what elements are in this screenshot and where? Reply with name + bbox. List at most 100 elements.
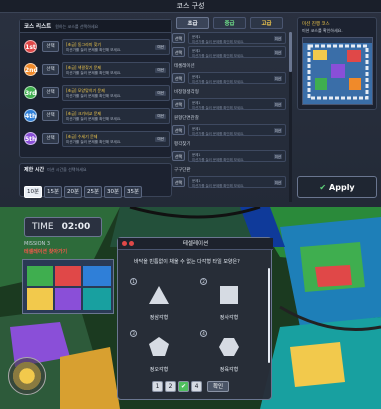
mission-row[interactable]: 선택 문제1 미션가를 눌러 문제를 확인해 보세요. 미션 xyxy=(172,176,286,188)
course-select-button[interactable]: 선택 xyxy=(42,64,59,75)
mission-select-button[interactable]: 선택 xyxy=(172,151,185,161)
tab-beginner[interactable]: 초급 xyxy=(176,17,209,29)
tab-advanced[interactable]: 고급 xyxy=(250,17,283,29)
course-number-badge: 1st xyxy=(24,40,37,53)
mission-description: 미션가를 눌러 문제를 확인해 보세요. xyxy=(192,40,245,44)
mission-select-button[interactable]: 선택 xyxy=(172,125,185,135)
mission-info-box: 문제1 미션가를 눌러 문제를 확인해 보세요. 미션 xyxy=(188,176,286,188)
mission-indicator: MISSION 3 테셀레이션 찾아가기 xyxy=(22,241,114,257)
quiz-option-2[interactable]: 2 정사각형 xyxy=(200,278,258,328)
time-option-button[interactable]: 10분 xyxy=(24,186,42,198)
quiz-option-4[interactable]: 4 정육각형 xyxy=(200,330,258,380)
mission-tag[interactable]: 미션 xyxy=(273,76,282,81)
course-mission-tag[interactable]: 미션 xyxy=(155,45,166,50)
timer-value: 02:00 xyxy=(61,222,91,232)
mission-select-button[interactable]: 선택 xyxy=(172,33,185,43)
confirm-button[interactable]: 확인 xyxy=(207,381,229,392)
mission-tag[interactable]: 미션 xyxy=(273,180,282,185)
course-row[interactable]: 1st 선택 [초급] 동그라미 찾기 미션가를 눌러 문제를 확인해 보세요. 미션 xyxy=(24,39,170,55)
mission-row[interactable]: 선택 문제1 미션가를 눌러 문제를 확인해 보세요. 미션 xyxy=(172,98,286,110)
mission-select-button[interactable]: 선택 xyxy=(172,99,185,109)
game-scene: TIME 02:00 MISSION 3 테셀레이션 찾아가기 테셀레이션 바닥… xyxy=(0,207,381,409)
course-description: 미션가를 눌러 문제를 확인해 보세요. xyxy=(66,140,122,144)
check-icon: ✔ xyxy=(319,183,327,192)
course-info-box: [초급] 모양맞히기 문제 미션가를 눌러 문제를 확인해 보세요. 미션 xyxy=(62,85,170,101)
course-number-badge: 4th xyxy=(24,109,37,122)
square-icon xyxy=(220,286,238,304)
tab-intermediate[interactable]: 중급 xyxy=(213,17,246,29)
page-button-4[interactable]: 4 xyxy=(191,381,202,392)
mission-text: 테셀레이션 찾아가기 xyxy=(24,249,68,255)
course-select-button[interactable]: 선택 xyxy=(42,133,59,144)
mission-category-label: 테셀레이션 xyxy=(174,64,195,69)
page-button-1[interactable]: 1 xyxy=(152,381,163,392)
mission-list-scrollbar[interactable] xyxy=(289,32,292,202)
time-limit-header: 제한 시간 미션 시간을 선택하세요 xyxy=(20,164,171,175)
option-number: 1 xyxy=(130,278,137,285)
time-option-button[interactable]: 15분 xyxy=(44,186,62,198)
mission-description: 미션가를 눌러 문제를 확인해 보세요. xyxy=(192,132,245,136)
course-select-button[interactable]: 선택 xyxy=(42,41,59,52)
quiz-question: 바닥을 빈틈없이 채울 수 없는 다각형 타일 모양은? xyxy=(134,259,240,265)
course-select-button[interactable]: 선택 xyxy=(42,87,59,98)
course-list-panel: 코스 리스트 원하는 코스를 선택하세요 1st 선택 [초급] 동그라미 찾기 미션가… xyxy=(19,19,172,158)
time-limit-panel: 제한 시간 미션 시간을 선택하세요 10분 15분 20분 25분 30분 35분 xyxy=(19,163,172,198)
apply-button[interactable]: ✔ Apply xyxy=(297,176,377,198)
course-row[interactable]: 5th 선택 [초급] 수세기 문제 미션가를 눌러 문제를 확인해 보세요. 미션 xyxy=(24,131,170,147)
course-select-button[interactable]: 선택 xyxy=(42,110,59,121)
page-button-2[interactable]: 2 xyxy=(165,381,176,392)
course-map-image xyxy=(302,37,373,105)
joystick-control[interactable] xyxy=(8,357,46,395)
mission-select-button[interactable]: 선택 xyxy=(172,177,185,187)
mission-info-box: 문제1 미션가를 눌러 문제를 확인해 보세요. 미션 xyxy=(188,32,286,44)
mission-tag[interactable]: 미션 xyxy=(273,128,282,133)
check-icon: ✔ xyxy=(180,383,187,390)
course-row[interactable]: 4th 선택 [초급] 크기비교 문제 미션가를 눌러 문제를 확인해 보세요. 미션 xyxy=(24,108,170,124)
quiz-option-1[interactable]: 1 정삼각형 xyxy=(130,278,188,328)
quiz-scrollbar[interactable] xyxy=(268,268,270,363)
course-mission-tag[interactable]: 미션 xyxy=(155,137,166,142)
apply-label: Apply xyxy=(329,183,355,192)
mission-list: 선택 문제1 미션가를 눌러 문제를 확인해 보세요. 미션 선택 문제2 미션가를 눌러 … xyxy=(172,32,290,204)
option-label: 정사각형 xyxy=(219,315,239,321)
mission-select-button[interactable]: 선택 xyxy=(172,47,185,57)
time-option-button[interactable]: 25분 xyxy=(84,186,102,198)
mission-info-box: 문제2 미션가를 눌러 문제를 확인해 보세요. 미션 xyxy=(188,46,286,58)
time-option-button[interactable]: 30분 xyxy=(104,186,122,198)
course-info-box: [초급] 색깔찾기 문제 미션가를 눌러 문제를 확인해 보세요. 미션 xyxy=(62,62,170,78)
mission-row[interactable]: 선택 문제2 미션가를 눌러 문제를 확인해 보세요. 미션 xyxy=(172,46,286,58)
difficulty-tabs: 초급 중급 고급 xyxy=(176,17,286,29)
time-option-button[interactable]: 20분 xyxy=(64,186,82,198)
time-limit-hint: 미션 시간을 선택하세요 xyxy=(47,167,87,172)
mission-tag[interactable]: 미션 xyxy=(273,36,282,41)
mission-select-button[interactable]: 선택 xyxy=(172,73,185,83)
course-mission-tag[interactable]: 미션 xyxy=(155,114,166,119)
mission-description: 미션가를 눌러 문제를 확인해 보세요. xyxy=(192,184,245,188)
mission-row[interactable]: 선택 문제1 미션가를 눌러 문제를 확인해 보세요. 미션 xyxy=(172,150,286,162)
scrollbar-thumb[interactable] xyxy=(289,32,292,72)
course-mission-tag[interactable]: 미션 xyxy=(155,68,166,73)
quiz-dialog: 테셀레이션 바닥을 빈틈없이 채울 수 없는 다각형 타일 모양은? 1 정삼각… xyxy=(117,237,273,400)
mission-row[interactable]: 선택 문제1 미션가를 눌러 문제를 확인해 보세요. 미션 xyxy=(172,124,286,136)
course-info-box: [초급] 수세기 문제 미션가를 눌러 문제를 확인해 보세요. 미션 xyxy=(62,131,170,147)
course-number-badge: 2nd xyxy=(24,63,38,76)
course-row[interactable]: 3rd 선택 [초급] 모양맞히기 문제 미션가를 눌러 문제를 확인해 보세요. 미션 xyxy=(24,85,170,101)
time-option-button[interactable]: 35분 xyxy=(124,186,142,198)
course-description: 미션가를 눌러 문제를 확인해 보세요. xyxy=(66,117,122,121)
page-button-3-checked[interactable]: ✔ xyxy=(178,381,189,392)
preview-subtitle: 미션 코스를 확인하세요. xyxy=(302,28,343,33)
option-label: 정오각형 xyxy=(149,367,169,373)
mission-tag[interactable]: 미션 xyxy=(273,154,282,159)
time-limit-title: 제한 시간 xyxy=(24,167,45,173)
mission-row[interactable]: 선택 문제1 미션가를 눌러 문제를 확인해 보세요. 미션 xyxy=(172,32,286,44)
mission-tag[interactable]: 미션 xyxy=(273,50,282,55)
hexagon-icon xyxy=(219,338,239,356)
mission-info-box: 문제1 미션가를 눌러 문제를 확인해 보세요. 미션 xyxy=(188,98,286,110)
quiz-option-3[interactable]: 3 정오각형 xyxy=(130,330,188,380)
mission-tag[interactable]: 미션 xyxy=(273,102,282,107)
mission-row[interactable]: 선택 문제1 미션가를 눌러 문제를 확인해 보세요. 미션 xyxy=(172,72,286,84)
course-info-box: [초급] 동그라미 찾기 미션가를 눌러 문제를 확인해 보세요. 미션 xyxy=(62,39,170,55)
course-row[interactable]: 2nd 선택 [초급] 색깔찾기 문제 미션가를 눌러 문제를 확인해 보세요. 미션 xyxy=(24,62,170,78)
course-mission-tag[interactable]: 미션 xyxy=(155,91,166,96)
window-dot-icon xyxy=(122,241,127,246)
